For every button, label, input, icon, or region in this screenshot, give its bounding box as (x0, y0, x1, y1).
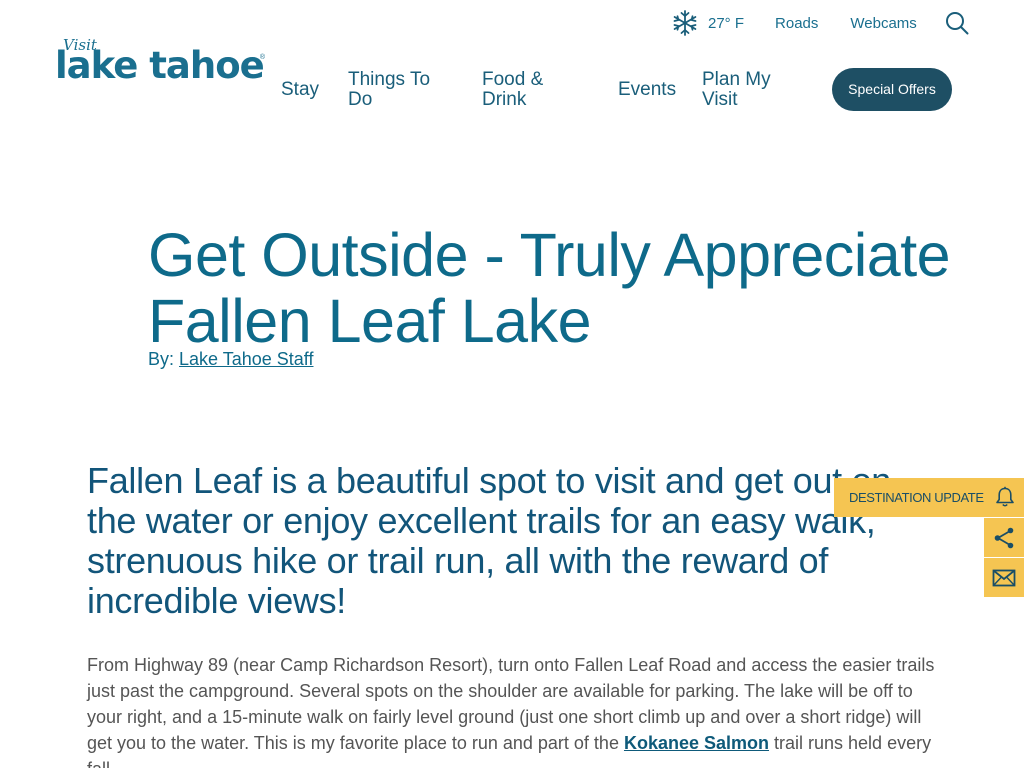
webcams-link[interactable]: Webcams (850, 15, 916, 32)
email-button[interactable] (984, 558, 1024, 597)
byline: By: Lake Tahoe Staff (148, 349, 313, 370)
snowflake-icon (673, 10, 697, 36)
kokanee-salmon-link[interactable]: Kokanee Salmon (624, 733, 769, 753)
article-lead: Fallen Leaf is a beautiful spot to visit… (87, 460, 892, 621)
destination-update-button[interactable]: DESTINATION UPDATE (834, 478, 1024, 517)
share-button[interactable] (984, 518, 1024, 557)
logo-name-text: lake tahoe (55, 44, 265, 87)
weather-widget[interactable]: 27° F (672, 10, 744, 36)
nav-item-food-drink[interactable]: Food & Drink (482, 70, 572, 110)
mail-icon (992, 569, 1016, 586)
special-offers-button[interactable]: Special Offers (832, 68, 952, 111)
nav-item-things-to-do[interactable]: Things To Do (348, 70, 448, 110)
bell-icon (996, 486, 1014, 507)
weather-temperature: 27° F (708, 14, 745, 32)
site-logo[interactable]: Visit lake tahoe ® (55, 36, 267, 88)
search-icon (945, 12, 969, 35)
byline-prefix: By: (148, 349, 175, 369)
logo-registered-mark: ® (259, 54, 265, 61)
author-link[interactable]: Lake Tahoe Staff (179, 349, 313, 369)
article-body: From Highway 89 (near Camp Richardson Re… (87, 652, 947, 768)
article-title: Get Outside - Truly Appreciate Fallen Le… (148, 221, 951, 355)
share-icon (994, 527, 1014, 548)
nav-item-stay[interactable]: Stay (281, 80, 319, 100)
roads-link[interactable]: Roads (775, 15, 818, 32)
nav-item-events[interactable]: Events (618, 80, 676, 100)
nav-item-plan-my-visit[interactable]: Plan My Visit (702, 70, 792, 110)
search-button[interactable] (944, 10, 970, 36)
destination-update-label: DESTINATION UPDATE (849, 490, 984, 505)
utility-bar: 27° F Roads Webcams (672, 8, 970, 38)
